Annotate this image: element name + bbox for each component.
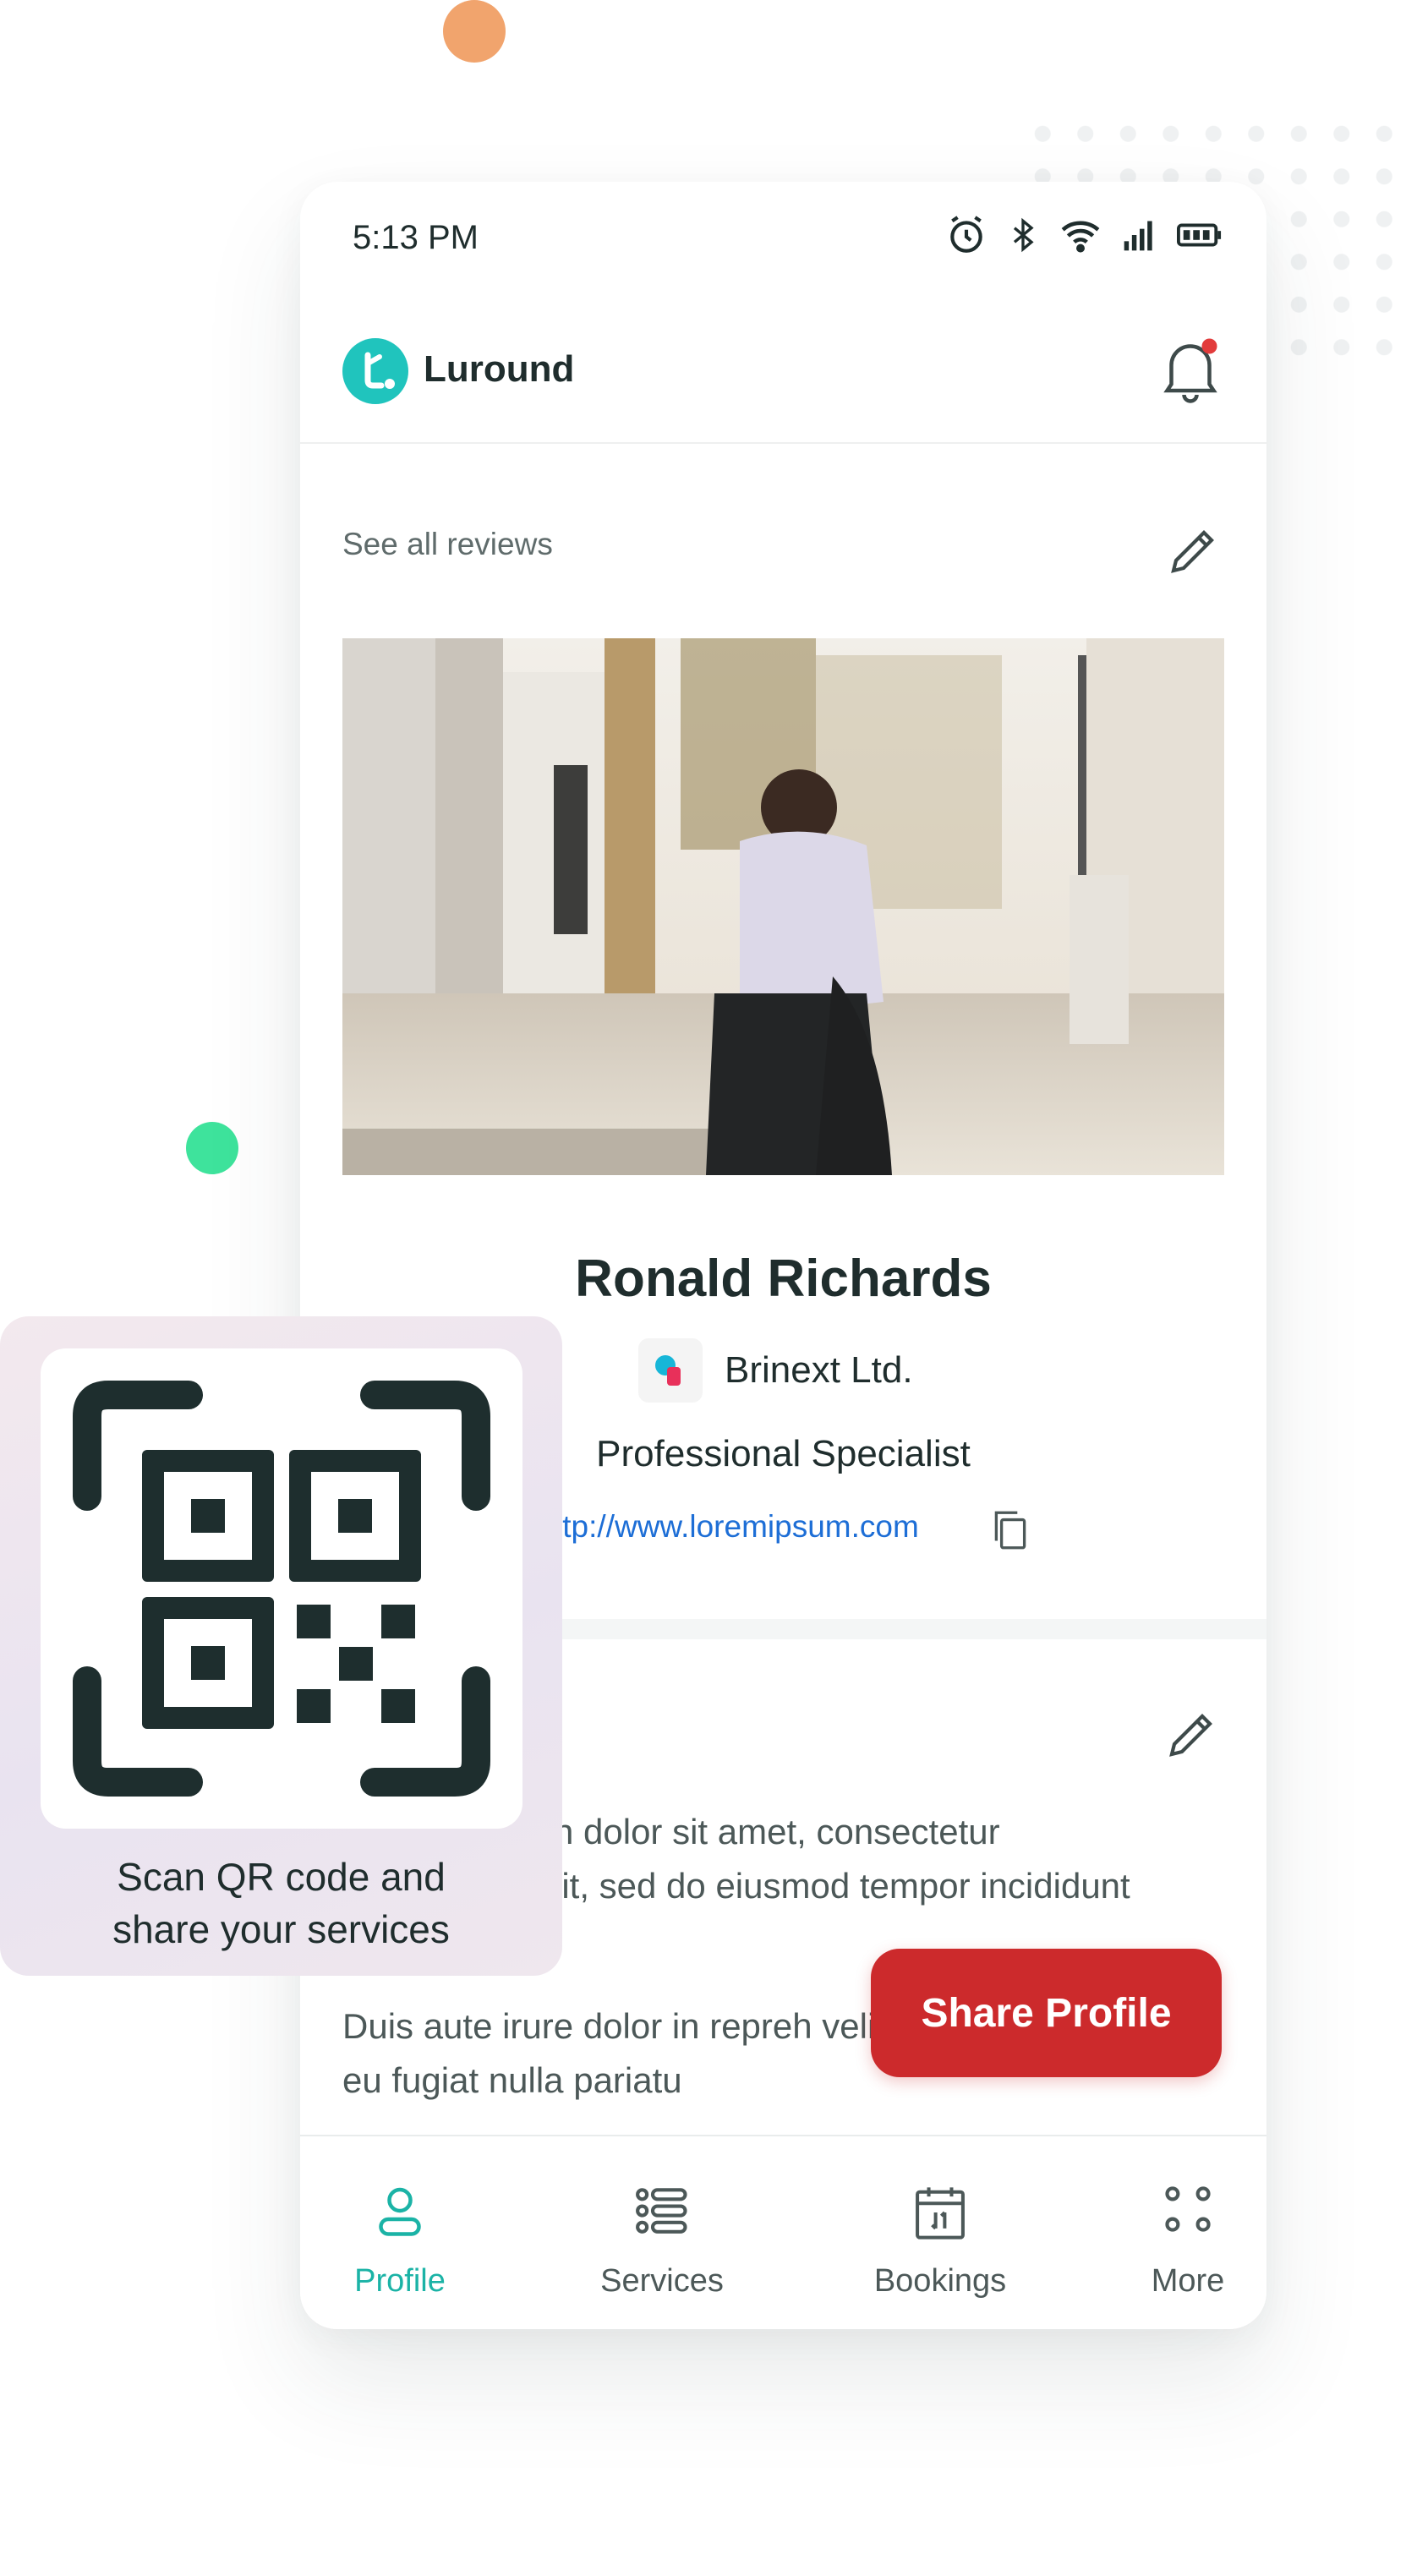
profile-name: Ronald Richards <box>575 1250 992 1308</box>
qr-share-card[interactable]: Scan QR code and share your services <box>0 1316 562 1976</box>
decorative-green-dot <box>186 1122 238 1174</box>
wifi-icon <box>1061 221 1100 253</box>
pencil-icon <box>1169 1714 1212 1757</box>
nav-label-services: Services <box>600 2263 724 2299</box>
brand-logo-icon <box>342 338 408 404</box>
person-icon <box>379 2187 421 2236</box>
notifications-button[interactable] <box>1158 336 1223 407</box>
reviews-row: See all reviews <box>342 520 1224 588</box>
qr-code[interactable] <box>41 1348 522 1829</box>
nav-more[interactable]: More <box>1078 2136 1266 2329</box>
company-logo-icon <box>638 1338 703 1403</box>
bottom-navigation: Profile Services Bookings More <box>300 2135 1266 2329</box>
website-link[interactable]: ttp://www.loremipsum.com <box>554 1509 919 1545</box>
edit-bio-button[interactable] <box>1162 1704 1223 1769</box>
signal-icon <box>1124 221 1152 251</box>
more-icon <box>1165 2186 1211 2232</box>
bell-icon <box>1163 338 1217 403</box>
nav-label-more: More <box>1151 2263 1225 2299</box>
company-name: Brinext Ltd. <box>725 1349 913 1391</box>
nav-profile[interactable]: Profile <box>300 2136 510 2329</box>
company-row: Brinext Ltd. <box>638 1337 913 1404</box>
see-all-reviews-link[interactable]: See all reviews <box>342 527 553 562</box>
status-icons <box>945 214 1223 256</box>
status-bar: 5:13 PM <box>300 182 1266 292</box>
edit-profile-button[interactable] <box>1163 520 1224 585</box>
battery-icon <box>1177 223 1222 247</box>
nav-label-profile: Profile <box>354 2263 446 2299</box>
qr-code-icon <box>73 1381 490 1797</box>
alarm-icon <box>950 216 982 253</box>
pencil-icon <box>1171 530 1214 573</box>
qr-caption-line-2: share your services <box>112 1907 450 1951</box>
copy-icon <box>994 1511 1026 1550</box>
qr-caption: Scan QR code and share your services <box>0 1851 562 1955</box>
profile-photo <box>342 638 1224 1175</box>
list-icon <box>636 2188 687 2234</box>
nav-bookings[interactable]: Bookings <box>830 2136 1050 2329</box>
qr-caption-line-1: Scan QR code and <box>117 1855 446 1899</box>
nav-services[interactable]: Services <box>552 2136 772 2329</box>
status-time: 5:13 PM <box>353 219 479 256</box>
nav-label-bookings: Bookings <box>873 2263 1007 2299</box>
share-profile-button[interactable]: Share Profile <box>871 1949 1222 2077</box>
copy-link-button[interactable] <box>989 1507 1031 1557</box>
brand-name: Luround <box>424 348 575 390</box>
bluetooth-icon <box>1013 217 1034 253</box>
calendar-icon <box>916 2187 965 2240</box>
phone-screen: 5:13 PM Luround See all reviews Ronald R… <box>300 182 1266 2329</box>
decorative-orange-dot <box>443 0 506 63</box>
